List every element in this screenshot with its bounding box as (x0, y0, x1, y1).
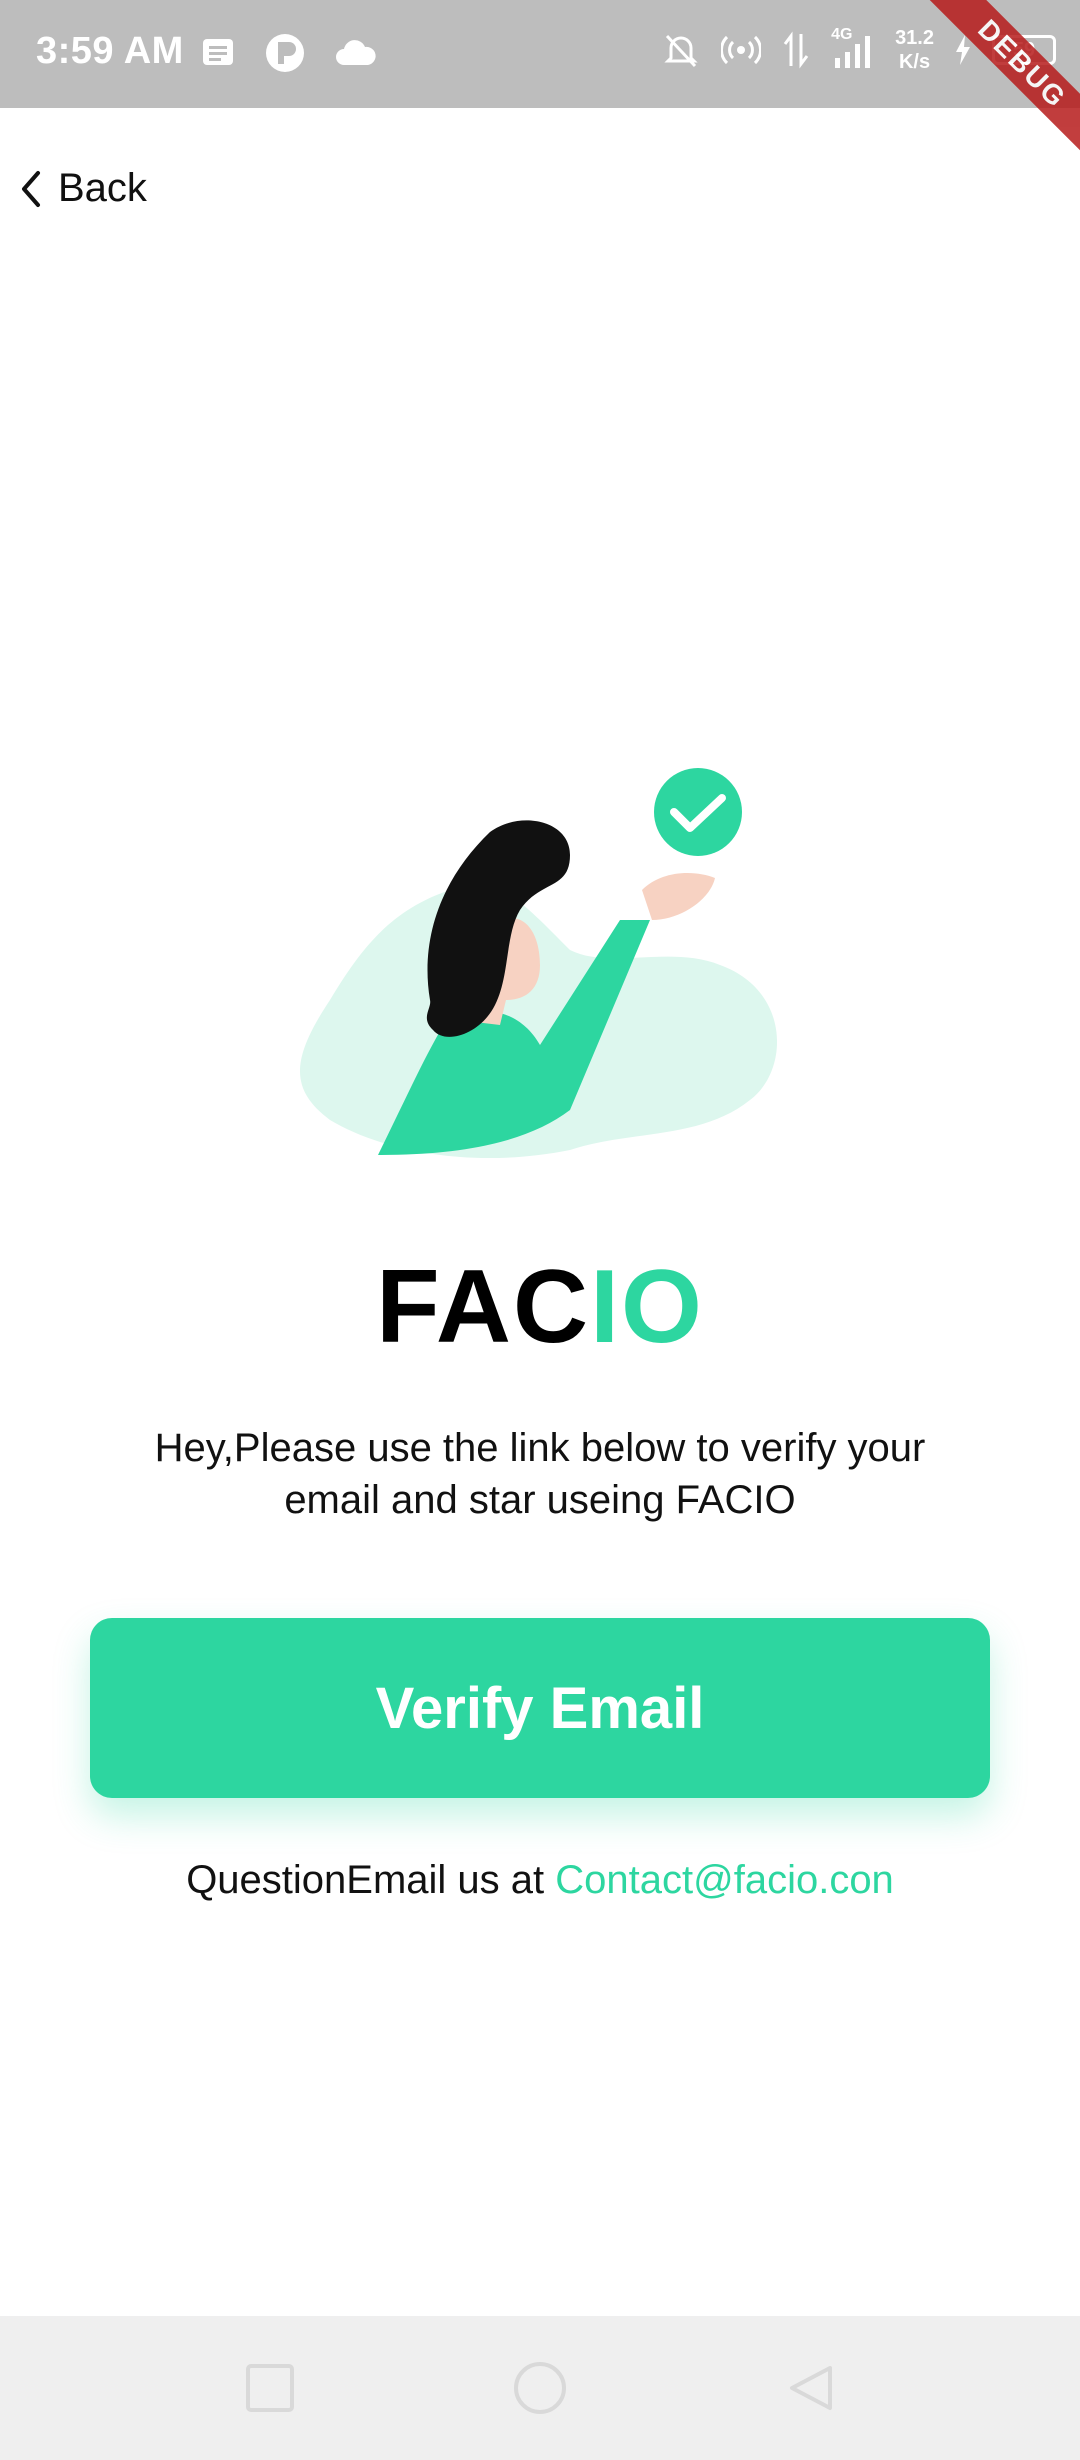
square-icon (246, 2364, 294, 2412)
brand-name-part: FAC (376, 1249, 591, 1365)
verification-illustration (300, 768, 778, 1159)
brand-name-accent: IO (590, 1249, 704, 1365)
message-icon (203, 39, 233, 65)
status-time: 3:59 AM (36, 30, 184, 72)
network-speed: 31.2 K/s (895, 26, 934, 74)
message-line-2: email and star useing FACIO (284, 1478, 796, 1522)
triangle-back-icon (790, 2366, 832, 2410)
status-bar: 3:59 AM 4G 31.2 K/s DEBUG (0, 0, 1080, 163)
home-button[interactable] (510, 2358, 570, 2418)
signal-group: 4G (831, 26, 875, 70)
app-badge-icon (266, 34, 304, 72)
data-transfer-icon (783, 31, 809, 69)
status-left-icons (200, 32, 378, 74)
bell-off-icon (664, 34, 698, 68)
recents-button[interactable] (240, 2358, 300, 2418)
nav-back-button[interactable] (780, 2358, 840, 2418)
signal-icon (835, 36, 871, 68)
contact-line: QuestionEmail us at Contact@facio.con (0, 1858, 1080, 1903)
chevron-left-icon (22, 170, 40, 207)
debug-banner: DEBUG (923, 0, 1080, 163)
back-button[interactable]: Back (18, 166, 147, 211)
contact-prefix: QuestionEmail us at (186, 1858, 556, 1902)
brand-logo: FACIO (0, 1248, 1080, 1367)
back-label: Back (58, 166, 147, 210)
verify-email-screen: 3:59 AM 4G 31.2 K/s DEBUG Back FACIO Hey… (0, 0, 1080, 2460)
speed-value: 31.2 (895, 27, 934, 49)
cloud-icon (336, 40, 376, 65)
verification-message: Hey,Please use the link below to verify … (80, 1422, 1000, 1526)
verify-email-button[interactable]: Verify Email (90, 1618, 990, 1798)
contact-email-link[interactable]: Contact@facio.con (555, 1858, 894, 1902)
speed-unit: K/s (898, 51, 931, 73)
message-line-1: Hey,Please use the link below to verify … (154, 1426, 926, 1470)
circle-icon (514, 2362, 566, 2414)
navigation-bar (0, 2316, 1080, 2460)
hotspot-icon (721, 35, 762, 65)
